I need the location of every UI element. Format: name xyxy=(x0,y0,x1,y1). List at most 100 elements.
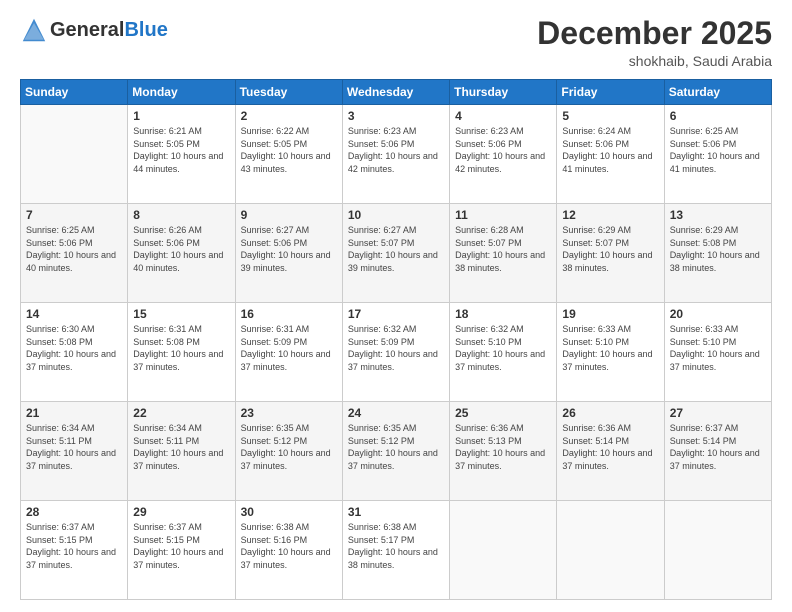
logo-icon xyxy=(20,16,48,44)
logo-general-text: General xyxy=(50,19,124,41)
table-row: 14Sunrise: 6:30 AMSunset: 5:08 PMDayligh… xyxy=(21,303,128,402)
table-row: 16 Sunrise: 6:31 AMSunset: 5:09 PMDayligh… xyxy=(235,303,342,402)
calendar-week-row: 7 Sunrise: 6:25 AMSunset: 5:06 PMDaylight… xyxy=(21,204,772,303)
day-info: Sunrise: 6:26 AMSunset: 5:06 PMDaylight:… xyxy=(133,224,229,274)
day-info: Sunrise: 6:36 AMSunset: 5:13 PMDaylight:… xyxy=(455,422,551,472)
day-info: Sunrise: 6:24 AMSunset: 5:06 PMDaylight:… xyxy=(562,125,658,175)
table-row xyxy=(450,501,557,600)
day-info: Sunrise: 6:33 AMSunset: 5:10 PMDaylight:… xyxy=(670,323,766,373)
table-row: 7 Sunrise: 6:25 AMSunset: 5:06 PMDaylight… xyxy=(21,204,128,303)
day-number: 27 xyxy=(670,406,766,420)
col-friday: Friday xyxy=(557,80,664,105)
day-info: Sunrise: 6:36 AMSunset: 5:14 PMDaylight:… xyxy=(562,422,658,472)
page: GeneralBlue December 2025 shokhaib, Saud… xyxy=(0,0,792,612)
table-row: 2Sunrise: 6:22 AMSunset: 5:05 PMDaylight… xyxy=(235,105,342,204)
table-row: 25Sunrise: 6:36 AMSunset: 5:13 PMDayligh… xyxy=(450,402,557,501)
month-title: December 2025 xyxy=(537,16,772,51)
day-info: Sunrise: 6:38 AMSunset: 5:16 PMDaylight:… xyxy=(241,521,337,571)
day-number: 26 xyxy=(562,406,658,420)
day-number: 16 xyxy=(241,307,337,321)
calendar-table: Sunday Monday Tuesday Wednesday Thursday… xyxy=(20,79,772,600)
day-number: 30 xyxy=(241,505,337,519)
col-tuesday: Tuesday xyxy=(235,80,342,105)
day-number: 18 xyxy=(455,307,551,321)
day-info: Sunrise: 6:23 AMSunset: 5:06 PMDaylight:… xyxy=(348,125,444,175)
day-number: 9 xyxy=(241,208,337,222)
day-info: Sunrise: 6:31 AMSunset: 5:08 PMDaylight:… xyxy=(133,323,229,373)
day-number: 24 xyxy=(348,406,444,420)
table-row: 13Sunrise: 6:29 AMSunset: 5:08 PMDayligh… xyxy=(664,204,771,303)
day-number: 21 xyxy=(26,406,122,420)
day-number: 31 xyxy=(348,505,444,519)
day-info: Sunrise: 6:31 AMSunset: 5:09 PMDaylight:… xyxy=(241,323,337,373)
table-row: 31 Sunrise: 6:38 AMSunset: 5:17 PMDayligh… xyxy=(342,501,449,600)
table-row: 21 Sunrise: 6:34 AMSunset: 5:11 PMDayligh… xyxy=(21,402,128,501)
day-info: Sunrise: 6:37 AMSunset: 5:15 PMDaylight:… xyxy=(26,521,122,571)
table-row: 26 Sunrise: 6:36 AMSunset: 5:14 PMDayligh… xyxy=(557,402,664,501)
location: shokhaib, Saudi Arabia xyxy=(537,53,772,69)
day-number: 2 xyxy=(241,109,337,123)
day-info: Sunrise: 6:29 AMSunset: 5:07 PMDaylight:… xyxy=(562,224,658,274)
table-row: 23Sunrise: 6:35 AMSunset: 5:12 PMDayligh… xyxy=(235,402,342,501)
day-number: 11 xyxy=(455,208,551,222)
day-info: Sunrise: 6:35 AMSunset: 5:12 PMDaylight:… xyxy=(241,422,337,472)
table-row: 12Sunrise: 6:29 AMSunset: 5:07 PMDayligh… xyxy=(557,204,664,303)
day-number: 1 xyxy=(133,109,229,123)
calendar-week-row: 1 Sunrise: 6:21 AMSunset: 5:05 PMDaylight… xyxy=(21,105,772,204)
day-info: Sunrise: 6:25 AMSunset: 5:06 PMDaylight:… xyxy=(26,224,122,274)
table-row xyxy=(664,501,771,600)
day-info: Sunrise: 6:35 AMSunset: 5:12 PMDaylight:… xyxy=(348,422,444,472)
day-number: 15 xyxy=(133,307,229,321)
day-info: Sunrise: 6:21 AMSunset: 5:05 PMDaylight:… xyxy=(133,125,229,175)
col-saturday: Saturday xyxy=(664,80,771,105)
table-row: 10Sunrise: 6:27 AMSunset: 5:07 PMDayligh… xyxy=(342,204,449,303)
day-info: Sunrise: 6:37 AMSunset: 5:14 PMDaylight:… xyxy=(670,422,766,472)
table-row: 30 Sunrise: 6:38 AMSunset: 5:16 PMDayligh… xyxy=(235,501,342,600)
day-number: 6 xyxy=(670,109,766,123)
day-number: 8 xyxy=(133,208,229,222)
day-info: Sunrise: 6:25 AMSunset: 5:06 PMDaylight:… xyxy=(670,125,766,175)
table-row: 15 Sunrise: 6:31 AMSunset: 5:08 PMDayligh… xyxy=(128,303,235,402)
day-info: Sunrise: 6:34 AMSunset: 5:11 PMDaylight:… xyxy=(26,422,122,472)
day-info: Sunrise: 6:37 AMSunset: 5:15 PMDaylight:… xyxy=(133,521,229,571)
table-row: 4Sunrise: 6:23 AMSunset: 5:06 PMDaylight… xyxy=(450,105,557,204)
table-row: 6 Sunrise: 6:25 AMSunset: 5:06 PMDaylight… xyxy=(664,105,771,204)
table-row: 17Sunrise: 6:32 AMSunset: 5:09 PMDayligh… xyxy=(342,303,449,402)
table-row: 11Sunrise: 6:28 AMSunset: 5:07 PMDayligh… xyxy=(450,204,557,303)
day-number: 19 xyxy=(562,307,658,321)
header: GeneralBlue December 2025 shokhaib, Saud… xyxy=(20,16,772,69)
day-info: Sunrise: 6:23 AMSunset: 5:06 PMDaylight:… xyxy=(455,125,551,175)
title-area: December 2025 shokhaib, Saudi Arabia xyxy=(537,16,772,69)
day-number: 3 xyxy=(348,109,444,123)
col-monday: Monday xyxy=(128,80,235,105)
day-info: Sunrise: 6:32 AMSunset: 5:09 PMDaylight:… xyxy=(348,323,444,373)
table-row xyxy=(557,501,664,600)
table-row: 18 Sunrise: 6:32 AMSunset: 5:10 PMDayligh… xyxy=(450,303,557,402)
day-info: Sunrise: 6:32 AMSunset: 5:10 PMDaylight:… xyxy=(455,323,551,373)
logo-blue-text: Blue xyxy=(124,19,167,41)
calendar-week-row: 28Sunrise: 6:37 AMSunset: 5:15 PMDayligh… xyxy=(21,501,772,600)
table-row: 29 Sunrise: 6:37 AMSunset: 5:15 PMDayligh… xyxy=(128,501,235,600)
table-row: 28Sunrise: 6:37 AMSunset: 5:15 PMDayligh… xyxy=(21,501,128,600)
day-number: 10 xyxy=(348,208,444,222)
table-row xyxy=(21,105,128,204)
table-row: 19 Sunrise: 6:33 AMSunset: 5:10 PMDayligh… xyxy=(557,303,664,402)
calendar-header-row: Sunday Monday Tuesday Wednesday Thursday… xyxy=(21,80,772,105)
col-thursday: Thursday xyxy=(450,80,557,105)
day-number: 5 xyxy=(562,109,658,123)
table-row: 8 Sunrise: 6:26 AMSunset: 5:06 PMDaylight… xyxy=(128,204,235,303)
table-row: 20Sunrise: 6:33 AMSunset: 5:10 PMDayligh… xyxy=(664,303,771,402)
table-row: 1 Sunrise: 6:21 AMSunset: 5:05 PMDaylight… xyxy=(128,105,235,204)
col-sunday: Sunday xyxy=(21,80,128,105)
col-wednesday: Wednesday xyxy=(342,80,449,105)
table-row: 24 Sunrise: 6:35 AMSunset: 5:12 PMDayligh… xyxy=(342,402,449,501)
table-row: 3 Sunrise: 6:23 AMSunset: 5:06 PMDaylight… xyxy=(342,105,449,204)
day-number: 7 xyxy=(26,208,122,222)
table-row: 22Sunrise: 6:34 AMSunset: 5:11 PMDayligh… xyxy=(128,402,235,501)
day-number: 13 xyxy=(670,208,766,222)
day-info: Sunrise: 6:38 AMSunset: 5:17 PMDaylight:… xyxy=(348,521,444,571)
day-number: 29 xyxy=(133,505,229,519)
day-info: Sunrise: 6:33 AMSunset: 5:10 PMDaylight:… xyxy=(562,323,658,373)
day-info: Sunrise: 6:27 AMSunset: 5:06 PMDaylight:… xyxy=(241,224,337,274)
calendar-week-row: 21 Sunrise: 6:34 AMSunset: 5:11 PMDayligh… xyxy=(21,402,772,501)
